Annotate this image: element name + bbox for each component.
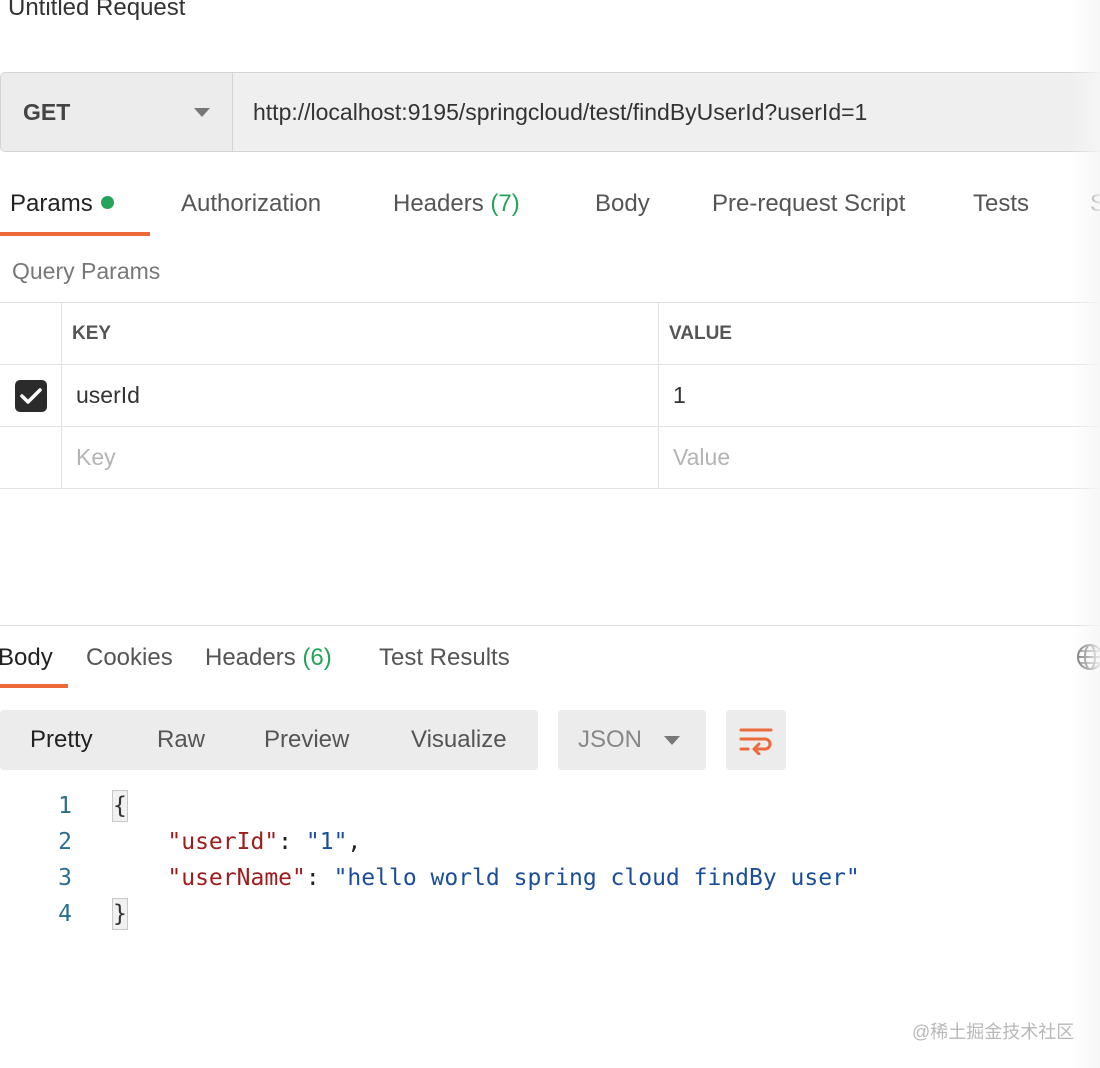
code-content: "userId": "1",	[167, 829, 362, 855]
json-key: "userId"	[167, 829, 279, 855]
header-checkbox-cell	[0, 303, 62, 364]
tab-settings-truncated[interactable]: S	[1090, 190, 1100, 218]
active-tab-indicator	[0, 232, 150, 236]
request-title[interactable]: Untitled Request	[8, 0, 185, 22]
chevron-down-icon	[664, 735, 680, 745]
tab-body-label: Body	[595, 190, 650, 217]
checkmark-icon	[19, 387, 42, 404]
globe-icon[interactable]	[1076, 643, 1100, 671]
json-value: "1"	[305, 829, 348, 855]
query-params-table: KEY VALUE userId 1 Key Value	[0, 302, 1100, 489]
tab-pre-request-script-label: Pre-request Script	[712, 190, 906, 217]
response-tab-test-results[interactable]: Test Results	[379, 644, 510, 672]
headers-count-badge: (7)	[490, 190, 520, 217]
line-number: 3	[58, 865, 72, 891]
open-brace: {	[112, 790, 128, 822]
param-key-field[interactable]: userId	[62, 365, 659, 426]
wrap-text-icon	[739, 728, 773, 755]
tab-truncated-label: S	[1090, 190, 1100, 217]
view-mode-visualize[interactable]: Visualize	[411, 726, 507, 754]
code-content: }	[112, 898, 128, 930]
view-mode-pretty[interactable]: Pretty	[30, 726, 93, 754]
new-key-input[interactable]: Key	[62, 427, 659, 488]
method-label: GET	[23, 98, 71, 125]
code-content: "userName": "hello world spring cloud fi…	[167, 865, 860, 891]
view-mode-preview[interactable]: Preview	[264, 726, 349, 754]
response-tab-cookies[interactable]: Cookies	[86, 644, 173, 672]
url-input[interactable]: http://localhost:9195/springcloud/test/f…	[233, 73, 1100, 151]
query-params-heading: Query Params	[12, 258, 161, 284]
watermark: @稀土掘金技术社区	[912, 1022, 1075, 1042]
response-headers-count: (6)	[302, 644, 332, 671]
edge-shadow	[1070, 0, 1100, 1068]
json-key: "userName"	[167, 865, 306, 891]
tab-pre-request-script[interactable]: Pre-request Script	[712, 190, 905, 218]
response-tabs: Body Cookies Headers (6) Test Results	[0, 634, 1100, 690]
method-select[interactable]: GET	[1, 73, 233, 151]
tab-tests[interactable]: Tests	[973, 190, 1029, 218]
tab-headers[interactable]: Headers (7)	[393, 190, 520, 218]
table-row: userId 1	[0, 365, 1100, 427]
tab-authorization-label: Authorization	[181, 190, 322, 217]
new-value-input[interactable]: Value	[659, 427, 1100, 488]
column-header-key: KEY	[62, 303, 659, 364]
empty-checkbox-cell	[0, 427, 62, 488]
url-bar: GET http://localhost:9195/springcloud/te…	[0, 72, 1100, 152]
tab-body[interactable]: Body	[595, 190, 650, 218]
tab-params-label: Params	[10, 190, 93, 217]
response-body-editor[interactable]: 1 { 2 "userId": "1", 3 "userName": "hell…	[0, 788, 860, 932]
tab-authorization[interactable]: Authorization	[181, 190, 321, 218]
pane-divider[interactable]	[0, 625, 1100, 626]
line-number: 1	[58, 793, 72, 819]
code-line: 1 {	[0, 788, 860, 824]
response-active-tab-indicator	[0, 684, 68, 688]
view-mode-raw[interactable]: Raw	[157, 726, 205, 754]
active-params-dot-icon	[100, 196, 114, 209]
tab-tests-label: Tests	[973, 190, 1030, 217]
close-brace: }	[112, 898, 128, 930]
row-checkbox-cell	[0, 365, 62, 426]
tab-headers-label: Headers	[393, 190, 484, 217]
language-select[interactable]: JSON	[558, 710, 706, 770]
tab-params[interactable]: Params	[10, 190, 114, 218]
code-line: 3 "userName": "hello world spring cloud …	[0, 860, 860, 896]
response-view-mode-group: Pretty Raw Preview Visualize	[0, 710, 538, 770]
request-tabs: Params Authorization Headers (7) Body Pr…	[0, 180, 1100, 238]
table-header-row: KEY VALUE	[0, 303, 1100, 365]
code-content: {	[112, 790, 128, 822]
table-row-empty: Key Value	[0, 427, 1100, 489]
row-enabled-checkbox[interactable]	[14, 379, 47, 412]
response-tab-headers[interactable]: Headers (6)	[205, 644, 332, 672]
response-headers-label: Headers	[205, 644, 296, 671]
line-number: 4	[58, 901, 72, 927]
line-number: 2	[58, 829, 72, 855]
json-value: "hello world spring cloud findBy user"	[333, 865, 860, 891]
json-separator: ,	[347, 829, 362, 855]
column-header-value: VALUE	[669, 322, 732, 344]
response-tab-body[interactable]: Body	[0, 644, 53, 672]
wrap-lines-button[interactable]	[726, 710, 786, 770]
param-value-field[interactable]: 1	[659, 365, 1100, 426]
code-line: 2 "userId": "1",	[0, 824, 860, 860]
language-select-label: JSON	[578, 726, 643, 753]
code-line: 4 }	[0, 896, 860, 932]
chevron-down-icon	[194, 107, 210, 117]
